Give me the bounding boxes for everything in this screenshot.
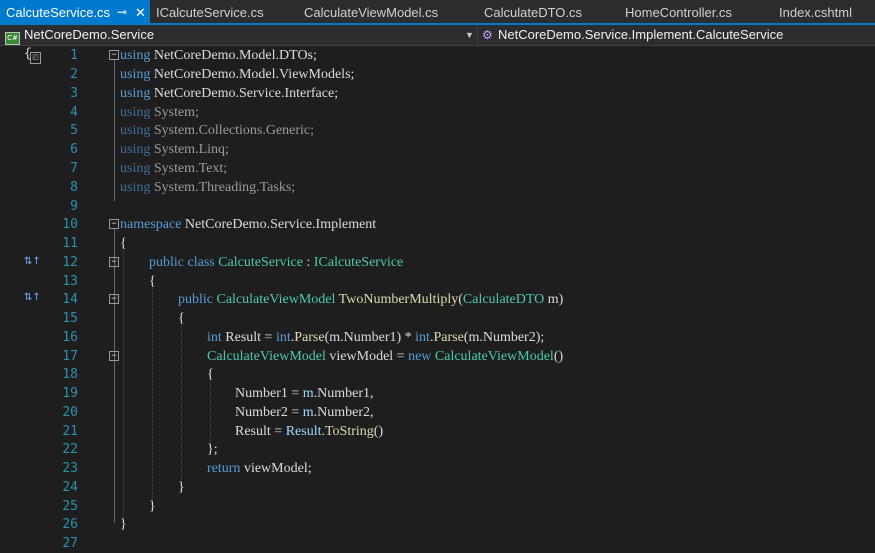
code-line: { (149, 274, 156, 289)
code-line: using NetCoreDemo.Service.Interface; (120, 86, 339, 101)
code-line: }; (207, 442, 218, 457)
code-line: using System; (120, 105, 199, 120)
csharp-project-icon: C# (5, 32, 20, 45)
pin-icon[interactable]: ⊸ (117, 0, 127, 25)
code-line: using System.Collections.Generic; (120, 123, 315, 138)
code-line: using NetCoreDemo.Model.DTOs; (120, 48, 317, 63)
line-number: 27 (62, 536, 78, 551)
code-line: Number1 = m.Number1, (235, 386, 374, 401)
code-line: } (178, 480, 185, 495)
project-name: NetCoreDemo.Service (24, 27, 155, 42)
tab-label: Index.cshtml (779, 5, 852, 20)
code-line: { (120, 236, 127, 251)
document-tab-strip: CalcuteService.cs ⊸ ✕ ICalcuteService.cs… (0, 0, 875, 24)
line-number: 9 (70, 199, 78, 214)
code-line: CalculateViewModel viewModel = new Calcu… (207, 349, 564, 364)
code-line: } (149, 499, 156, 514)
code-editor[interactable]: { ◰ ⇅↑ ⇅↑ 1 2 3 4 5 6 7 8 9 10 11 12 13 … (0, 46, 875, 551)
code-line: Result = Result.ToString() (235, 424, 384, 439)
tab-calculatedto[interactable]: CalculateDTO.cs (478, 0, 618, 24)
navigation-bar: C# NetCoreDemo.Service ▼ ⚙ NetCoreDemo.Ser… (0, 25, 875, 46)
code-line: Number2 = m.Number2, (235, 405, 374, 420)
member-dropdown[interactable]: ⚙ NetCoreDemo.Service.Implement.CalcuteSe… (482, 25, 872, 45)
tab-label: HomeController.cs (625, 5, 732, 20)
tab-index-cshtml[interactable]: Index.cshtml (773, 0, 875, 24)
tab-label: CalculateViewModel.cs (304, 5, 439, 20)
code-line: } (120, 517, 127, 532)
close-icon[interactable]: ✕ (135, 0, 146, 25)
chevron-down-icon[interactable]: ▼ (465, 25, 474, 45)
code-line: using System.Text; (120, 161, 228, 176)
tab-label: ICalcuteService.cs (156, 5, 264, 20)
member-name: NetCoreDemo.Service.Implement.CalcuteSer… (498, 27, 784, 42)
tab-calcuteservice[interactable]: CalcuteService.cs ⊸ ✕ (0, 0, 150, 24)
tab-homecontroller[interactable]: HomeController.cs (619, 0, 769, 24)
code-line: public class CalcuteService : ICalcuteSe… (149, 255, 404, 270)
project-dropdown[interactable]: C# NetCoreDemo.Service (5, 25, 475, 45)
code-line: using NetCoreDemo.Model.ViewModels; (120, 67, 355, 82)
code-line: using System.Threading.Tasks; (120, 180, 296, 195)
code-line: int Result = int.Parse(m.Number1) * int.… (207, 330, 545, 345)
code-line: public CalculateViewModel TwoNumberMulti… (178, 292, 564, 307)
tab-label: CalcuteService.cs (6, 5, 111, 20)
code-line: using System.Linq; (120, 142, 229, 157)
code-line: { (178, 311, 185, 326)
code-line: namespace NetCoreDemo.Service.Implement (120, 217, 377, 232)
tab-icalcuteservice[interactable]: ICalcuteService.cs (150, 0, 295, 24)
divider (477, 26, 478, 44)
tab-calculateviewmodel[interactable]: CalculateViewModel.cs (298, 0, 473, 24)
class-icon: ⚙ (482, 28, 493, 42)
tab-label: CalculateDTO.cs (484, 5, 583, 20)
code-line: { (207, 367, 214, 382)
code-line: return viewModel; (207, 461, 312, 476)
